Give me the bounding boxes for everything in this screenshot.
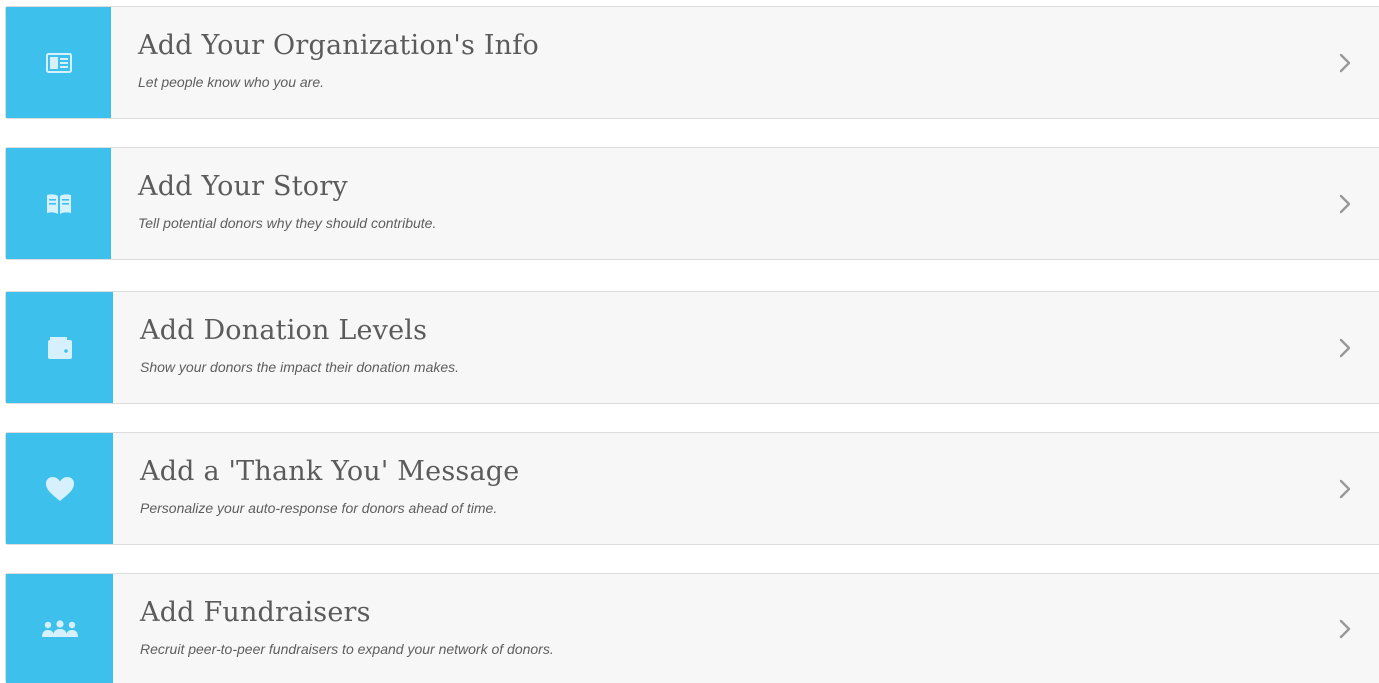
step-subtitle: Personalize your auto-response for donor… — [140, 500, 498, 516]
chevron-right-icon — [1315, 292, 1379, 403]
step-organization-info[interactable]: Add Your Organization's Info Let people … — [5, 6, 1379, 119]
step-icon-box — [6, 148, 111, 259]
step-title: Add Your Story — [138, 171, 348, 202]
chevron-right-icon — [1315, 7, 1379, 118]
step-text: Add Your Story Tell potential donors why… — [111, 148, 1315, 259]
step-donation-levels[interactable]: Add Donation Levels Show your donors the… — [5, 291, 1379, 404]
step-icon-box — [6, 433, 113, 544]
step-icon-box — [6, 292, 113, 403]
step-title: Add Your Organization's Info — [138, 30, 539, 61]
wallet-icon — [47, 336, 73, 360]
step-text: Add Fundraisers Recruit peer-to-peer fun… — [113, 574, 1315, 683]
step-title: Add a 'Thank You' Message — [140, 456, 520, 487]
step-text: Add Donation Levels Show your donors the… — [113, 292, 1315, 403]
step-subtitle: Show your donors the impact their donati… — [140, 359, 460, 375]
group-icon — [40, 619, 80, 639]
step-text: Add a 'Thank You' Message Personalize yo… — [113, 433, 1315, 544]
step-subtitle: Let people know who you are. — [138, 74, 325, 90]
open-book-icon — [46, 193, 72, 215]
heart-icon — [45, 476, 75, 502]
id-card-icon — [45, 52, 72, 73]
step-fundraisers[interactable]: Add Fundraisers Recruit peer-to-peer fun… — [5, 573, 1379, 683]
step-title: Add Fundraisers — [140, 597, 371, 628]
step-text: Add Your Organization's Info Let people … — [111, 7, 1315, 118]
step-thank-you-message[interactable]: Add a 'Thank You' Message Personalize yo… — [5, 432, 1379, 545]
chevron-right-icon — [1315, 433, 1379, 544]
chevron-right-icon — [1315, 574, 1379, 683]
step-icon-box — [6, 574, 113, 683]
step-icon-box — [6, 7, 111, 118]
step-story[interactable]: Add Your Story Tell potential donors why… — [5, 147, 1379, 260]
setup-steps-list: Add Your Organization's Info Let people … — [0, 0, 1379, 683]
step-title: Add Donation Levels — [140, 315, 428, 346]
step-subtitle: Recruit peer-to-peer fundraisers to expa… — [140, 641, 554, 657]
step-subtitle: Tell potential donors why they should co… — [138, 215, 437, 231]
chevron-right-icon — [1315, 148, 1379, 259]
